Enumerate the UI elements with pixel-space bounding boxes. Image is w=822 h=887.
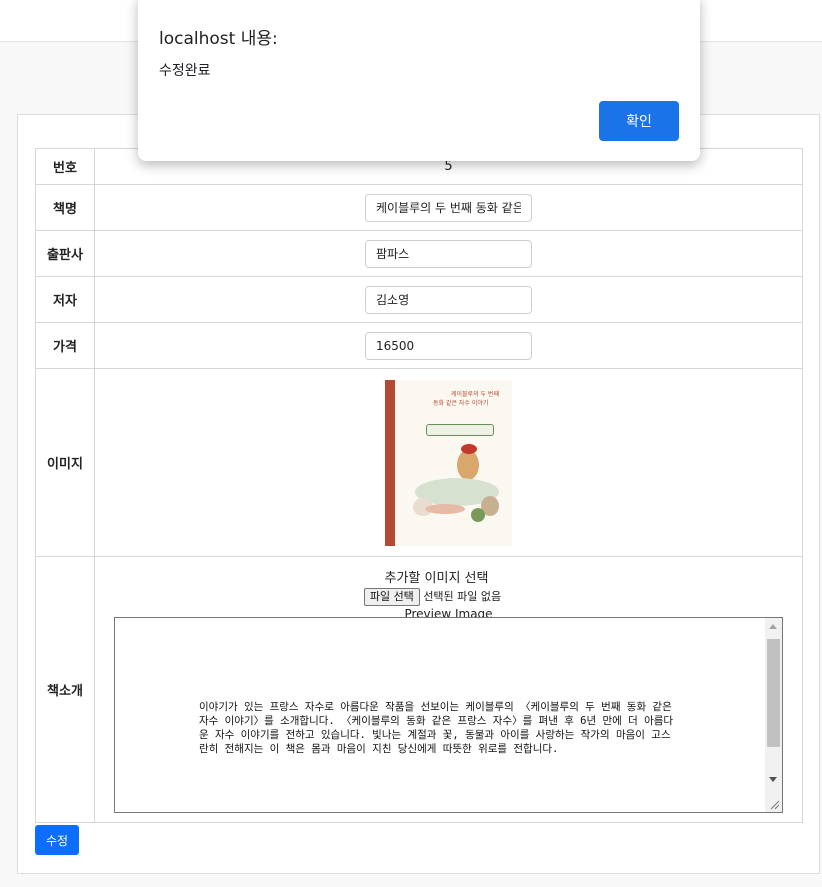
title-label: 책명 — [35, 184, 95, 231]
scroll-down-arrow-icon[interactable] — [769, 777, 777, 782]
cover-illustration-hat — [461, 443, 477, 454]
row-title: 책명 — [35, 184, 803, 231]
cover-illustration-plant — [471, 507, 485, 522]
book-edit-table: 번호 5 책명 출판사 저자 가격 이미지 케이블루의 두 번째 동화 같은 자… — [35, 148, 803, 823]
alert-dialog: localhost 내용: 수정완료 확인 — [138, 0, 700, 161]
submit-edit-button[interactable]: 수정 — [35, 825, 79, 855]
cover-illustration-flowers — [425, 503, 465, 514]
scroll-thumb[interactable] — [767, 639, 780, 747]
image-label: 이미지 — [35, 368, 95, 557]
row-price: 가격 — [35, 322, 803, 369]
dialog-title: localhost 내용: — [159, 29, 278, 49]
dialog-message: 수정완료 — [159, 63, 211, 79]
intro-textarea[interactable]: 이야기가 있는 프랑스 자수로 아름다운 작품을 선보이는 케이블루의 〈케이블… — [114, 617, 783, 813]
intro-editor: 추가할 이미지 선택 파일 선택 선택된 파일 없음 Preview Image… — [95, 557, 802, 813]
row-intro: 책소개 추가할 이미지 선택 파일 선택 선택된 파일 없음 Preview I… — [35, 556, 803, 823]
file-picker: 파일 선택 선택된 파일 없음 — [63, 588, 802, 606]
author-input[interactable] — [365, 285, 532, 314]
title-input[interactable] — [365, 193, 532, 222]
author-label: 저자 — [35, 276, 95, 323]
row-publisher: 출판사 — [35, 230, 803, 277]
row-image: 이미지 케이블루의 두 번째 동화 같은 자수 이야기 — [35, 368, 803, 557]
file-select-button[interactable]: 파일 선택 — [363, 588, 420, 606]
row-author: 저자 — [35, 276, 803, 323]
publisher-label: 출판사 — [35, 230, 95, 277]
cover-banner-illustration — [426, 423, 494, 436]
textarea-scrollbar[interactable] — [765, 618, 782, 812]
price-input[interactable] — [365, 331, 532, 360]
number-label: 번호 — [35, 148, 95, 185]
resize-handle-icon[interactable] — [768, 798, 780, 810]
price-label: 가격 — [35, 322, 95, 369]
file-status: 선택된 파일 없음 — [423, 590, 502, 603]
scroll-up-arrow-icon[interactable] — [769, 624, 777, 629]
add-image-caption: 추가할 이미지 선택 — [384, 571, 489, 586]
book-cover-image: 케이블루의 두 번째 동화 같은 자수 이야기 — [385, 379, 512, 546]
dialog-ok-button[interactable]: 확인 — [599, 101, 679, 141]
cover-illustration-figure — [457, 449, 479, 480]
cover-line-2: 동화 같은 자수 이야기 — [433, 399, 489, 407]
cover-line-1: 케이블루의 두 번째 — [451, 390, 499, 398]
intro-text: 이야기가 있는 프랑스 자수로 아름다운 작품을 선보이는 케이블루의 〈케이블… — [199, 701, 679, 755]
publisher-input[interactable] — [365, 239, 532, 268]
